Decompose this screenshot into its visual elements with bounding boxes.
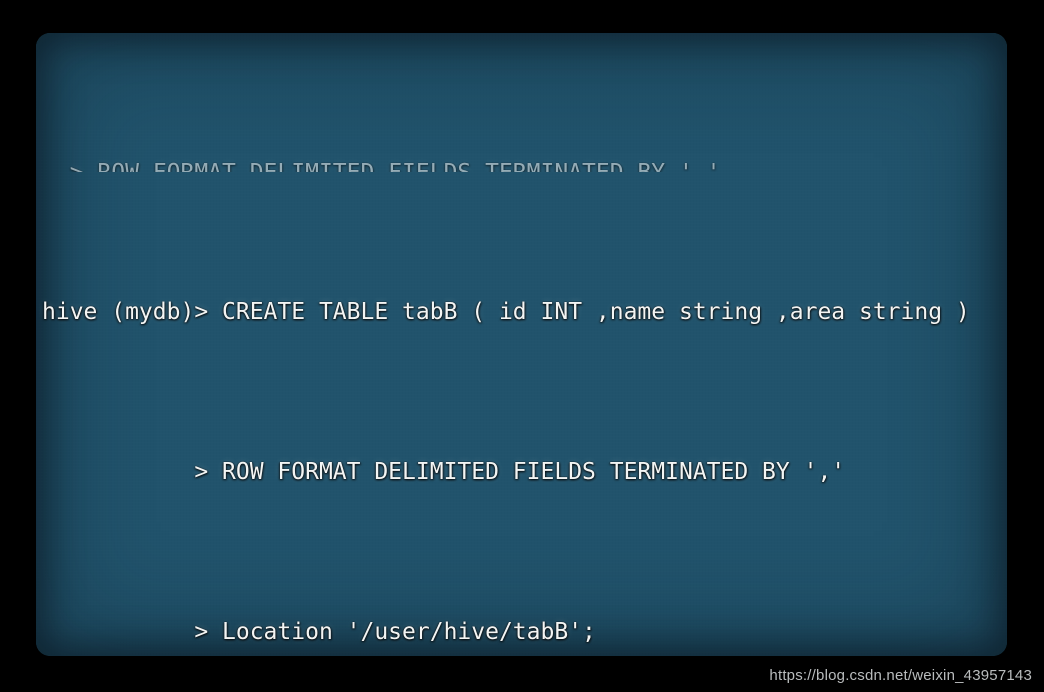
terminal-screen[interactable]: > ROW FORMAT DELIMITED FIELDS TERMINATED… xyxy=(36,33,1007,656)
terminal-line-location: > Location '/user/hive/tabB'; xyxy=(42,619,596,645)
terminal-window[interactable]: > ROW FORMAT DELIMITED FIELDS TERMINATED… xyxy=(36,33,1007,656)
terminal-line-scrollback: > ROW FORMAT DELIMITED FIELDS TERMINATED… xyxy=(42,153,997,172)
watermark-url: https://blog.csdn.net/weixin_43957143 xyxy=(769,667,1032,684)
terminal-line-row-format: > ROW FORMAT DELIMITED FIELDS TERMINATED… xyxy=(42,459,846,485)
terminal-line-create-table: hive (mydb)> CREATE TABLE tabB ( id INT … xyxy=(42,299,970,325)
